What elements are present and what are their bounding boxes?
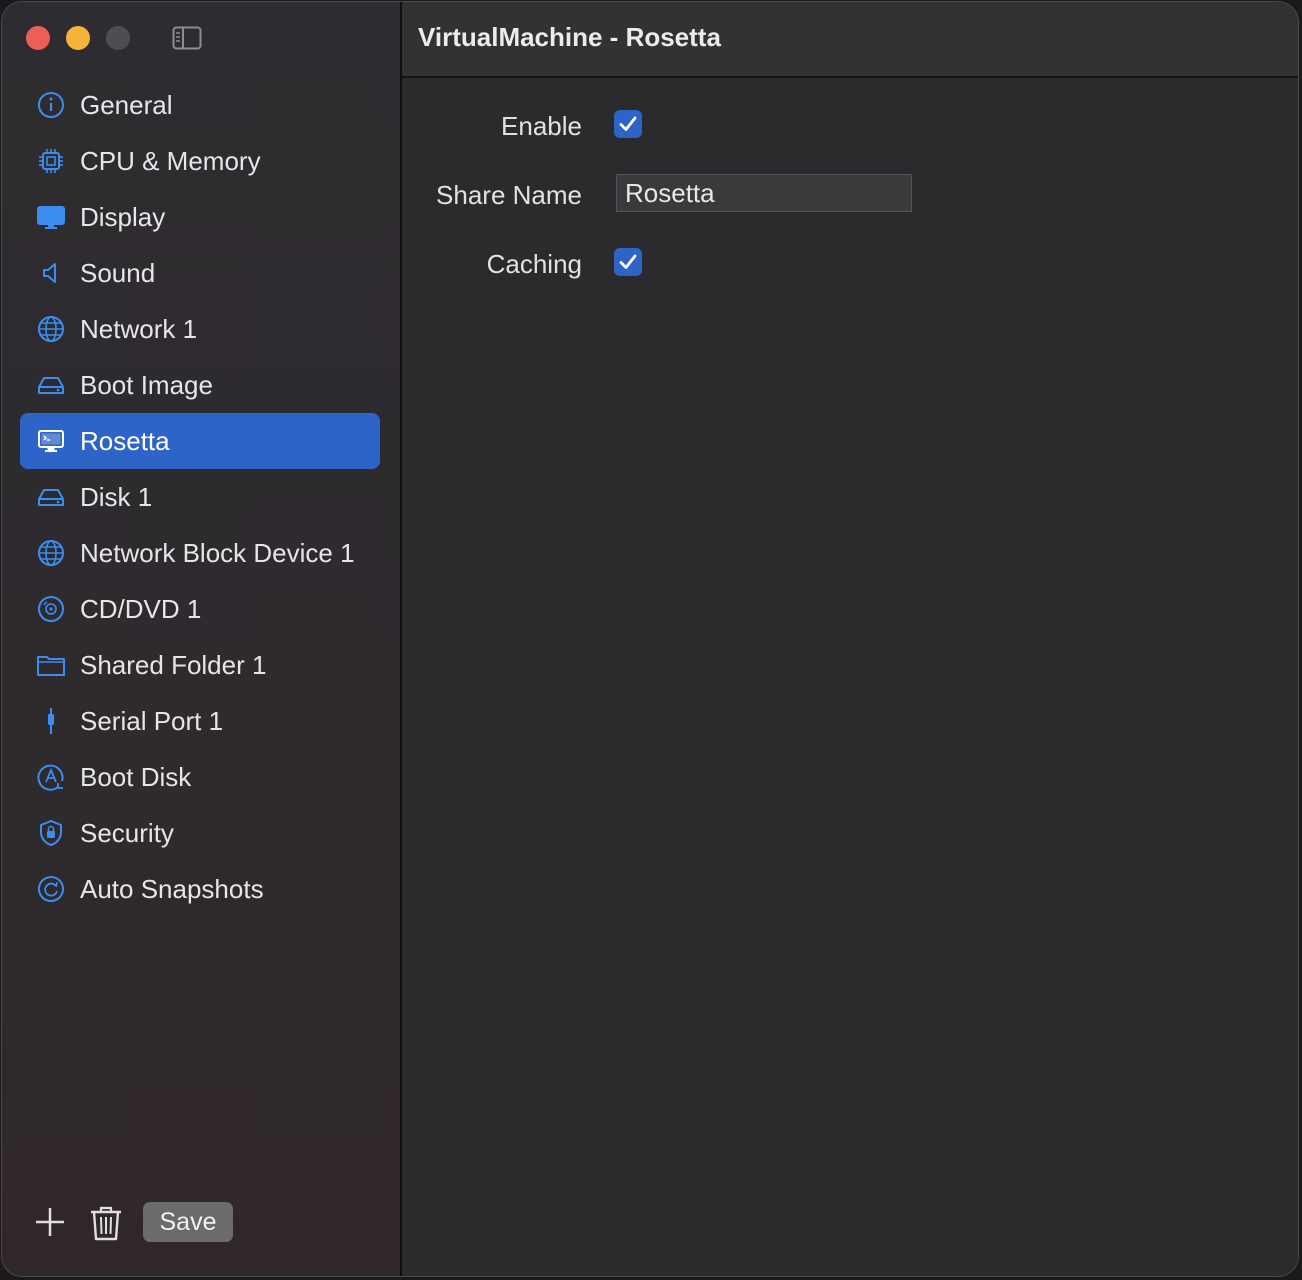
sidebar-item-label: Rosetta bbox=[80, 425, 170, 456]
boot-disk-icon bbox=[36, 762, 66, 792]
save-button[interactable]: Save bbox=[143, 1202, 233, 1242]
sidebar-item-boot-image[interactable]: Boot Image bbox=[20, 357, 380, 413]
clock-arrow-icon bbox=[36, 874, 66, 904]
caching-row: Caching bbox=[402, 243, 1002, 283]
share-name-row: Share Name Rosetta bbox=[402, 174, 1002, 214]
sidebar-item-label: Network Block Device 1 bbox=[80, 537, 355, 568]
shield-icon bbox=[36, 818, 66, 848]
sidebar-item-label: CD/DVD 1 bbox=[80, 593, 202, 624]
drive-icon bbox=[36, 482, 66, 512]
sidebar-item-label: Disk 1 bbox=[80, 481, 153, 512]
add-icon[interactable] bbox=[34, 1206, 66, 1238]
sidebar-item-display[interactable]: Display bbox=[20, 189, 380, 245]
globe-network-icon bbox=[36, 538, 66, 568]
share-name-label: Share Name bbox=[436, 180, 582, 210]
serial-cable-icon bbox=[36, 706, 66, 736]
sidebar-item-boot-disk[interactable]: Boot Disk bbox=[20, 749, 380, 805]
sidebar-item-shared-folder-1[interactable]: Shared Folder 1 bbox=[20, 637, 380, 693]
display-icon bbox=[36, 202, 66, 232]
sidebar-item-label: Display bbox=[80, 201, 166, 232]
globe-network-icon bbox=[36, 314, 66, 344]
sidebar-item-label: Boot Disk bbox=[80, 761, 192, 792]
sidebar-item-security[interactable]: Security bbox=[20, 805, 380, 861]
window-title: VirtualMachine - Rosetta bbox=[418, 22, 721, 52]
info-circle-icon bbox=[36, 90, 66, 120]
minimize-window-button[interactable] bbox=[66, 26, 90, 50]
enable-row: Enable bbox=[402, 105, 1002, 145]
sidebar-item-cd-dvd-1[interactable]: CD/DVD 1 bbox=[20, 581, 380, 637]
sidebar-item-label: Auto Snapshots bbox=[80, 873, 264, 904]
sidebar-item-general[interactable]: General bbox=[20, 77, 380, 133]
trash-icon[interactable] bbox=[88, 1204, 124, 1242]
sidebar-item-label: Sound bbox=[80, 257, 156, 288]
checkmark-icon bbox=[619, 254, 637, 269]
close-window-button[interactable] bbox=[26, 26, 50, 50]
sidebar-item-label: Boot Image bbox=[80, 369, 213, 400]
cpu-chip-icon bbox=[36, 146, 66, 176]
sidebar: General CPU & Memory Display Sound Netwo… bbox=[2, 2, 402, 1276]
sidebar-nav: General CPU & Memory Display Sound Netwo… bbox=[20, 77, 380, 917]
sidebar-item-serial-port-1[interactable]: Serial Port 1 bbox=[20, 693, 380, 749]
folder-icon bbox=[36, 650, 66, 680]
detail-pane: VirtualMachine - Rosetta Enable Share Na… bbox=[402, 2, 1298, 1276]
sidebar-item-label: Network 1 bbox=[80, 313, 198, 344]
terminal-monitor-icon bbox=[36, 426, 66, 456]
sidebar-item-auto-snapshots[interactable]: Auto Snapshots bbox=[20, 861, 380, 917]
sidebar-item-sound[interactable]: Sound bbox=[20, 245, 380, 301]
title-bar: VirtualMachine - Rosetta bbox=[402, 2, 1298, 78]
sidebar-item-disk-1[interactable]: Disk 1 bbox=[20, 469, 380, 525]
checkmark-icon bbox=[619, 116, 637, 131]
sidebar-toggle-icon[interactable] bbox=[172, 26, 202, 50]
caching-label: Caching bbox=[486, 249, 582, 279]
sidebar-item-label: Security bbox=[80, 817, 174, 848]
settings-window: General CPU & Memory Display Sound Netwo… bbox=[2, 2, 1298, 1276]
optical-disc-icon bbox=[36, 594, 66, 624]
sidebar-item-cpu-memory[interactable]: CPU & Memory bbox=[20, 133, 380, 189]
sidebar-item-network-block-device-1[interactable]: Network Block Device 1 bbox=[20, 525, 380, 581]
caching-checkbox[interactable] bbox=[614, 248, 642, 276]
sidebar-item-label: CPU & Memory bbox=[80, 145, 261, 176]
enable-label: Enable bbox=[501, 111, 582, 141]
enable-checkbox[interactable] bbox=[614, 110, 642, 138]
sidebar-item-network-1[interactable]: Network 1 bbox=[20, 301, 380, 357]
sidebar-item-label: General bbox=[80, 89, 173, 120]
drive-icon bbox=[36, 370, 66, 400]
share-name-field[interactable]: Rosetta bbox=[616, 174, 912, 212]
sidebar-item-rosetta[interactable]: Rosetta bbox=[20, 413, 380, 469]
zoom-window-button[interactable] bbox=[106, 26, 130, 50]
sidebar-item-label: Serial Port 1 bbox=[80, 705, 224, 736]
sidebar-footer: Save bbox=[32, 1202, 372, 1246]
speaker-icon bbox=[36, 258, 66, 288]
sidebar-item-label: Shared Folder 1 bbox=[80, 649, 267, 680]
